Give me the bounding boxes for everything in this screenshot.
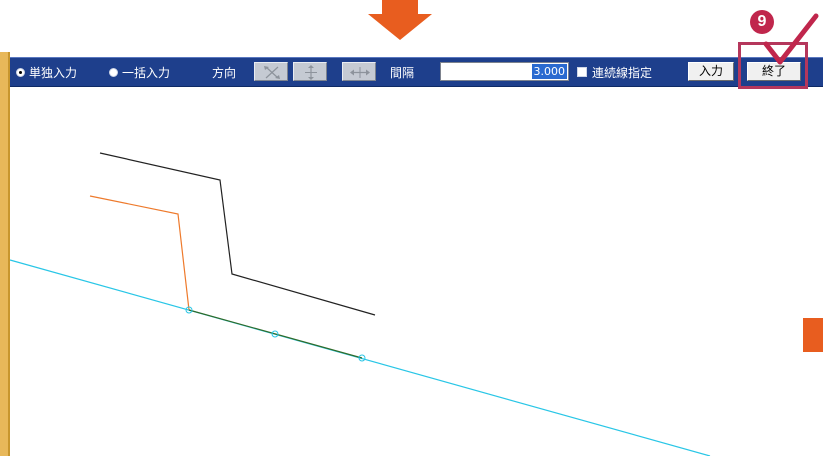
- green-segment: [188, 309, 363, 359]
- mode-batch-label: 一括入力: [122, 65, 171, 80]
- mode-single-label: 単独入力: [29, 65, 78, 80]
- continuous-line-label: 連続線指定: [592, 65, 653, 80]
- direction-diagonal-button[interactable]: [254, 62, 288, 81]
- spacing-value: 3.000: [531, 64, 567, 79]
- checkbox-icon: [577, 67, 587, 77]
- horizontal-arrows-icon: [350, 67, 370, 78]
- mode-single-radio[interactable]: 単独入力: [16, 58, 77, 86]
- checkmark-icon: [763, 13, 819, 65]
- direction-vertical-button[interactable]: [293, 62, 327, 81]
- direction-label: 方向: [212, 65, 237, 80]
- side-tab-marker: [803, 318, 823, 352]
- spacing-input[interactable]: 3.000: [440, 62, 569, 81]
- orange-polyline: [89, 195, 190, 311]
- continuous-line-checkbox[interactable]: 連続線指定: [577, 58, 652, 86]
- mode-batch-radio[interactable]: 一括入力: [109, 58, 170, 86]
- direction-horizontal-button[interactable]: [342, 62, 376, 81]
- arrow-down-icon: [368, 0, 432, 40]
- radio-checked-icon: [16, 67, 25, 77]
- black-polyline: [99, 152, 376, 316]
- line-input-toolbar: 単独入力 一括入力 方向 間隔 3.000 連続線指定 入力 終了: [10, 57, 823, 87]
- spacing-label: 間隔: [390, 65, 415, 80]
- diagonal-arrows-icon: [264, 66, 280, 79]
- radio-unchecked-icon: [109, 67, 118, 77]
- vertical-arrows-icon: [305, 65, 317, 80]
- left-panel-edge: [0, 52, 10, 456]
- input-button[interactable]: 入力: [688, 62, 734, 81]
